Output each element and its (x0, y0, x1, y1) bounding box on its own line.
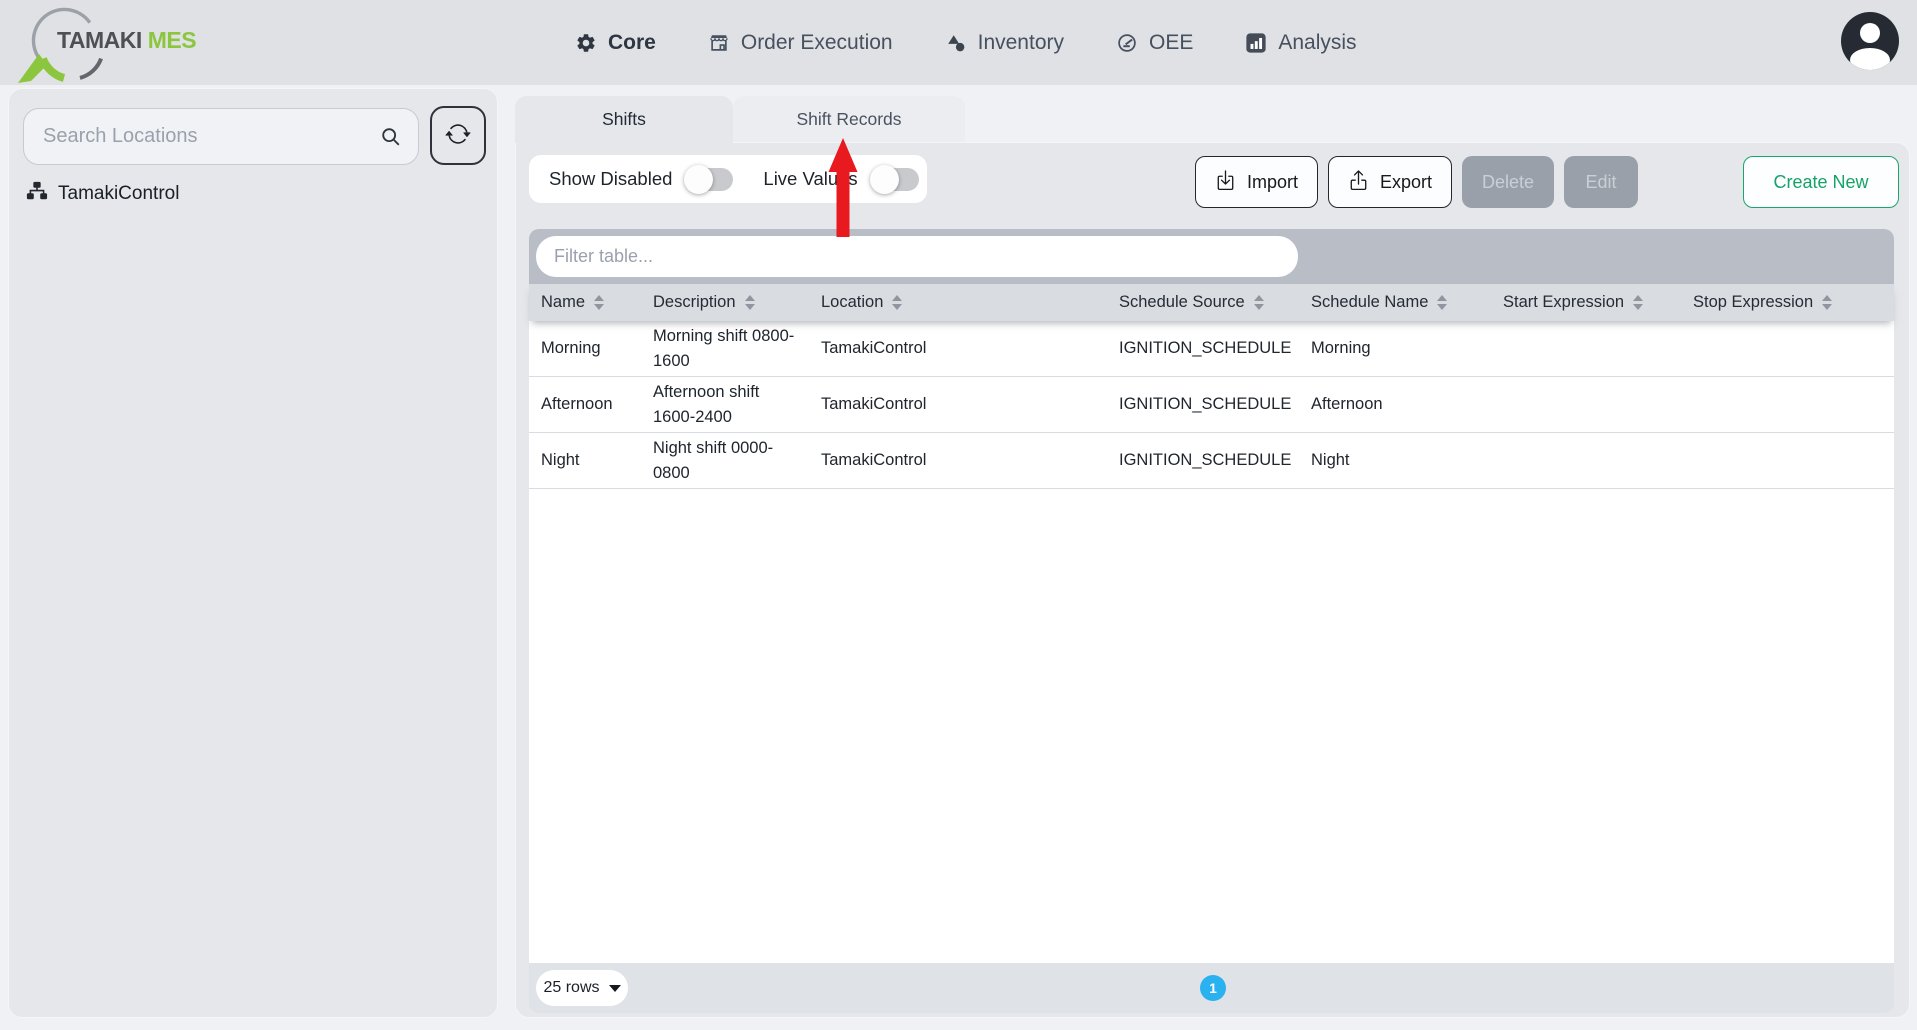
nav-item-analysis[interactable]: Analysis (1245, 31, 1356, 55)
sitemap-icon (26, 180, 48, 208)
column-header-start-expression[interactable]: Start Expression (1491, 284, 1681, 321)
sort-icon (1254, 295, 1264, 310)
rows-per-page-label: 25 rows (543, 979, 599, 997)
tree-item-label: TamakiControl (58, 183, 179, 205)
tree-item-tamakicontrol[interactable]: TamakiControl (26, 179, 179, 209)
import-icon (1215, 169, 1236, 195)
live-values-label: Live Values (763, 168, 857, 190)
pagination-page-1[interactable]: 1 (1200, 975, 1226, 1001)
shapes-icon (945, 32, 967, 54)
search-icon (380, 126, 402, 153)
bar-chart-icon (1245, 32, 1267, 54)
search-locations-box (23, 108, 419, 165)
sort-icon (1633, 295, 1643, 310)
column-header-location[interactable]: Location (809, 284, 1107, 321)
export-label: Export (1380, 172, 1432, 193)
search-locations-input[interactable] (24, 109, 418, 164)
show-disabled-toggle[interactable] (687, 168, 733, 191)
live-values-toggle[interactable] (873, 168, 919, 191)
export-icon (1348, 169, 1369, 195)
gear-icon (575, 32, 597, 54)
nav-item-order-execution[interactable]: Order Execution (708, 31, 893, 55)
export-button[interactable]: Export (1328, 156, 1452, 208)
tab-shifts[interactable]: Shifts (515, 96, 733, 143)
nav-label: Core (608, 31, 656, 55)
brand-name-secondary: MES (148, 27, 196, 53)
refresh-button[interactable] (430, 106, 486, 165)
column-header-name[interactable]: Name (529, 284, 641, 321)
shifts-table: Name Description Location Schedule Sourc… (529, 229, 1894, 1013)
shifts-panel: Show Disabled Live Values Import Export … (515, 142, 1910, 1018)
location-sidebar: TamakiControl (8, 88, 498, 1018)
column-header-schedule-source[interactable]: Schedule Source (1107, 284, 1299, 321)
sort-icon (1437, 295, 1447, 310)
import-label: Import (1247, 172, 1298, 193)
column-header-stop-expression[interactable]: Stop Expression (1681, 284, 1894, 321)
nav-label: Inventory (978, 31, 1064, 55)
refresh-icon (445, 121, 471, 150)
sort-icon (892, 295, 902, 310)
nav-label: Analysis (1278, 31, 1356, 55)
nav-item-oee[interactable]: OEE (1116, 31, 1193, 55)
gauge-icon (1116, 32, 1138, 54)
create-new-button[interactable]: Create New (1743, 156, 1899, 208)
table-row-night[interactable]: Night Night shift 0000-0800 TamakiContro… (529, 433, 1894, 489)
table-row-morning[interactable]: Morning Morning shift 0800-1600 TamakiCo… (529, 321, 1894, 377)
storefront-icon (708, 32, 730, 54)
tab-shift-records[interactable]: Shift Records (733, 96, 965, 143)
nav-label: Order Execution (741, 31, 893, 55)
table-body: Morning Morning shift 0800-1600 TamakiCo… (529, 321, 1894, 963)
toggles-group: Show Disabled Live Values (529, 155, 927, 203)
rows-per-page-select[interactable]: 25 rows (536, 970, 628, 1006)
brand-name-primary: TAMAKI (57, 27, 142, 53)
edit-button[interactable]: Edit (1564, 156, 1638, 208)
nav-label: OEE (1149, 31, 1193, 55)
table-footer: 25 rows 1 (529, 963, 1894, 1013)
table-row-afternoon[interactable]: Afternoon Afternoon shift 1600-2400 Tama… (529, 377, 1894, 433)
column-header-schedule-name[interactable]: Schedule Name (1299, 284, 1491, 321)
delete-button[interactable]: Delete (1462, 156, 1554, 208)
show-disabled-label: Show Disabled (549, 168, 672, 190)
main-nav: Core Order Execution Inventory OEE Analy… (575, 0, 1357, 85)
toggle-knob (684, 165, 713, 194)
table-header-row: Name Description Location Schedule Sourc… (529, 284, 1894, 321)
table-actions: Import Export Delete Edit Create New (1195, 156, 1899, 208)
sort-icon (1822, 295, 1832, 310)
nav-item-core[interactable]: Core (575, 31, 656, 55)
import-button[interactable]: Import (1195, 156, 1318, 208)
user-avatar-button[interactable] (1841, 12, 1899, 70)
chevron-down-icon (609, 985, 621, 992)
column-header-description[interactable]: Description (641, 284, 809, 321)
filter-table-input[interactable] (536, 236, 1298, 277)
nav-item-inventory[interactable]: Inventory (945, 31, 1064, 55)
top-header: TAMAKIMES Core Order Execution Inventory (0, 0, 1917, 85)
sort-icon (745, 295, 755, 310)
sort-icon (594, 295, 604, 310)
toggle-knob (870, 165, 899, 194)
filter-bar (529, 229, 1894, 284)
brand-name: TAMAKIMES (57, 27, 196, 54)
